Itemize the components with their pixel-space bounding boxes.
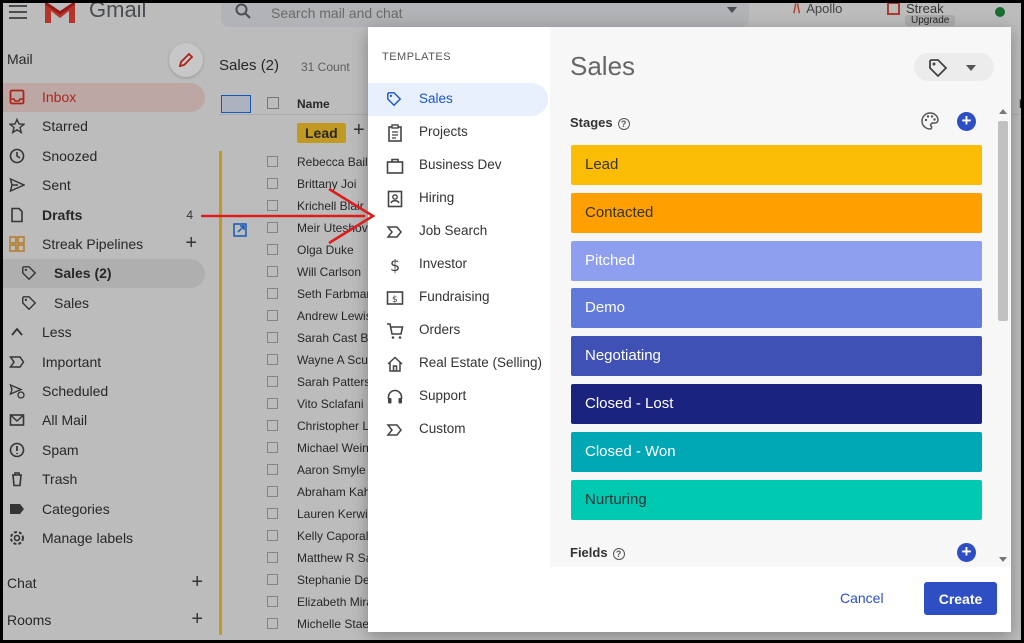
stage-row[interactable]: Contacted [571,192,982,233]
template-label: Hiring [419,190,455,205]
stages-heading: Stages? [570,115,630,130]
template-label: Fundraising [419,289,490,304]
stage-row[interactable]: Lead [571,145,982,185]
stage-row[interactable]: Closed - Won [571,431,982,472]
new-pipeline-dialog: TEMPLATES Sales Projects Business Dev Hirin… [368,27,1011,632]
stage-label: Closed - Lost [585,395,674,412]
template-label: Orders [419,322,461,337]
annotation-arrow-icon [201,187,376,245]
add-field-button[interactable]: + [957,543,976,562]
dialog-footer: Cancel Create [550,567,1011,632]
template-label: Custom [419,421,466,436]
stage-label: Demo [585,299,626,317]
stage-row[interactable]: Closed - Lost [571,384,982,424]
stage-label: Lead [585,156,619,173]
stages-label: Stages [570,115,613,130]
stage-row[interactable]: Demo [571,288,982,329]
template-label: Sales [419,91,453,106]
template-item[interactable]: Orders [368,314,548,347]
template-label: Job Search [419,223,488,238]
scroll-down-icon[interactable] [999,557,1007,562]
template-item[interactable]: Real Estate (Selling) [368,347,548,380]
stage-label: Closed - Won [585,442,676,460]
template-label: Projects [419,124,468,139]
stage-row[interactable]: Nurturing [571,479,982,520]
cart-icon [386,322,404,340]
scrollbar-thumb[interactable] [998,121,1008,321]
stage-row[interactable]: Negotiating [571,336,982,377]
stage-label: Pitched [585,251,636,269]
fields-label: Fields [570,545,608,560]
chevron-tag-icon [386,421,404,439]
palette-icon[interactable] [920,111,940,131]
pipeline-preview-panel: Sales Stages? + Lead Contacted Pitched Demo… [550,27,1011,632]
stage-label: Contacted [585,203,654,221]
stage-label: Negotiating [585,347,661,365]
gmail-window: Gmail Search mail and chat /\ Apollo Stre… [3,3,1021,640]
help-icon[interactable]: ? [612,548,625,560]
pipeline-title: Sales [570,51,636,81]
cancel-button[interactable]: Cancel [840,590,884,606]
pipeline-icon-dropdown[interactable] [914,53,994,81]
create-button[interactable]: Create [924,582,997,615]
stage-row[interactable]: Pitched [571,240,982,281]
scroll-up-icon[interactable] [999,109,1007,114]
scrollbar[interactable] [996,107,1010,567]
chevron-down-icon [966,65,976,71]
template-item[interactable]: Custom [368,413,548,446]
fields-heading: Fields? [570,545,625,560]
tag-icon [929,59,948,78]
template-label: Real Estate (Selling) [419,355,543,370]
add-stage-button[interactable]: + [957,112,976,131]
headset-icon [386,388,404,406]
house-icon [386,355,404,373]
template-item[interactable]: Support [368,380,548,413]
template-label: Business Dev [419,157,502,172]
template-label: Investor [419,256,468,271]
template-label: Support [419,388,467,403]
help-icon[interactable]: ? [617,118,630,130]
stage-label: Nurturing [585,490,647,508]
